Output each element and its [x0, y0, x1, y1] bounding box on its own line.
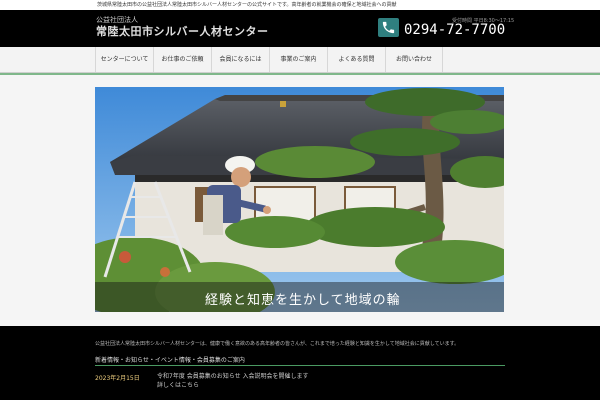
news-heading: 新着情報・お知らせ・イベント情報・会員募集のご案内	[95, 357, 245, 364]
news-item-title[interactable]: 令和7年度 会員募集のお知らせ 入会説明会を開催します	[157, 372, 309, 381]
global-nav: センターについて お仕事のご依頼 会員になるには 事業のご案内 よくある質問 お…	[0, 47, 600, 75]
phone-number[interactable]: 0294-72-7700	[404, 22, 505, 38]
intro-text: 公益社団法人常陸太田市シルバー人材センターは、健康で働く意欲のある高年齢者の皆さ…	[95, 341, 460, 347]
phone-icon	[378, 18, 399, 37]
nav-item-about[interactable]: センターについて	[95, 47, 153, 72]
news-item[interactable]: 令和7年度 会員募集のお知らせ 入会説明会を開催します 詳しくはこちら	[157, 372, 309, 390]
hero-image: 経験と知恵を生かして地域の輪	[95, 87, 504, 312]
org-type-label[interactable]: 公益社団法人	[96, 16, 138, 24]
news-divider	[95, 365, 505, 366]
site-header: 公益社団法人 常陸太田市シルバー人材センター 受付時間 平日8:30〜17:15…	[0, 10, 600, 47]
news-section: 公益社団法人常陸太田市シルバー人材センターは、健康で働く意欲のある高年齢者の皆さ…	[0, 326, 600, 400]
phone-icon-glyph	[382, 21, 395, 34]
nav-item-membership[interactable]: 会員になるには	[211, 47, 269, 72]
hero-caption: 経験と知恵を生かして地域の輪	[205, 293, 401, 308]
nav-item-contact[interactable]: お問い合わせ	[385, 47, 443, 72]
nav-item-services[interactable]: 事業のご案内	[269, 47, 327, 72]
hero-photo-illustration	[95, 87, 504, 312]
nav-item-faq[interactable]: よくある質問	[327, 47, 385, 72]
news-date: 2023年2月15日	[95, 375, 140, 382]
top-info-bar: 茨城県常陸太田市の公益社団法人常陸太田市シルバー人材センターの公式サイトです。高…	[0, 0, 600, 10]
site-description: 茨城県常陸太田市の公益社団法人常陸太田市シルバー人材センターの公式サイトです。高…	[97, 2, 397, 8]
nav-accent-line	[0, 73, 600, 75]
news-item-more[interactable]: 詳しくはこちら	[157, 381, 309, 390]
hero-caption-bar: 経験と知恵を生かして地域の輪	[95, 282, 504, 312]
nav-item-request[interactable]: お仕事のご依頼	[153, 47, 211, 72]
site-logo[interactable]: 常陸太田市シルバー人材センター	[96, 25, 269, 39]
